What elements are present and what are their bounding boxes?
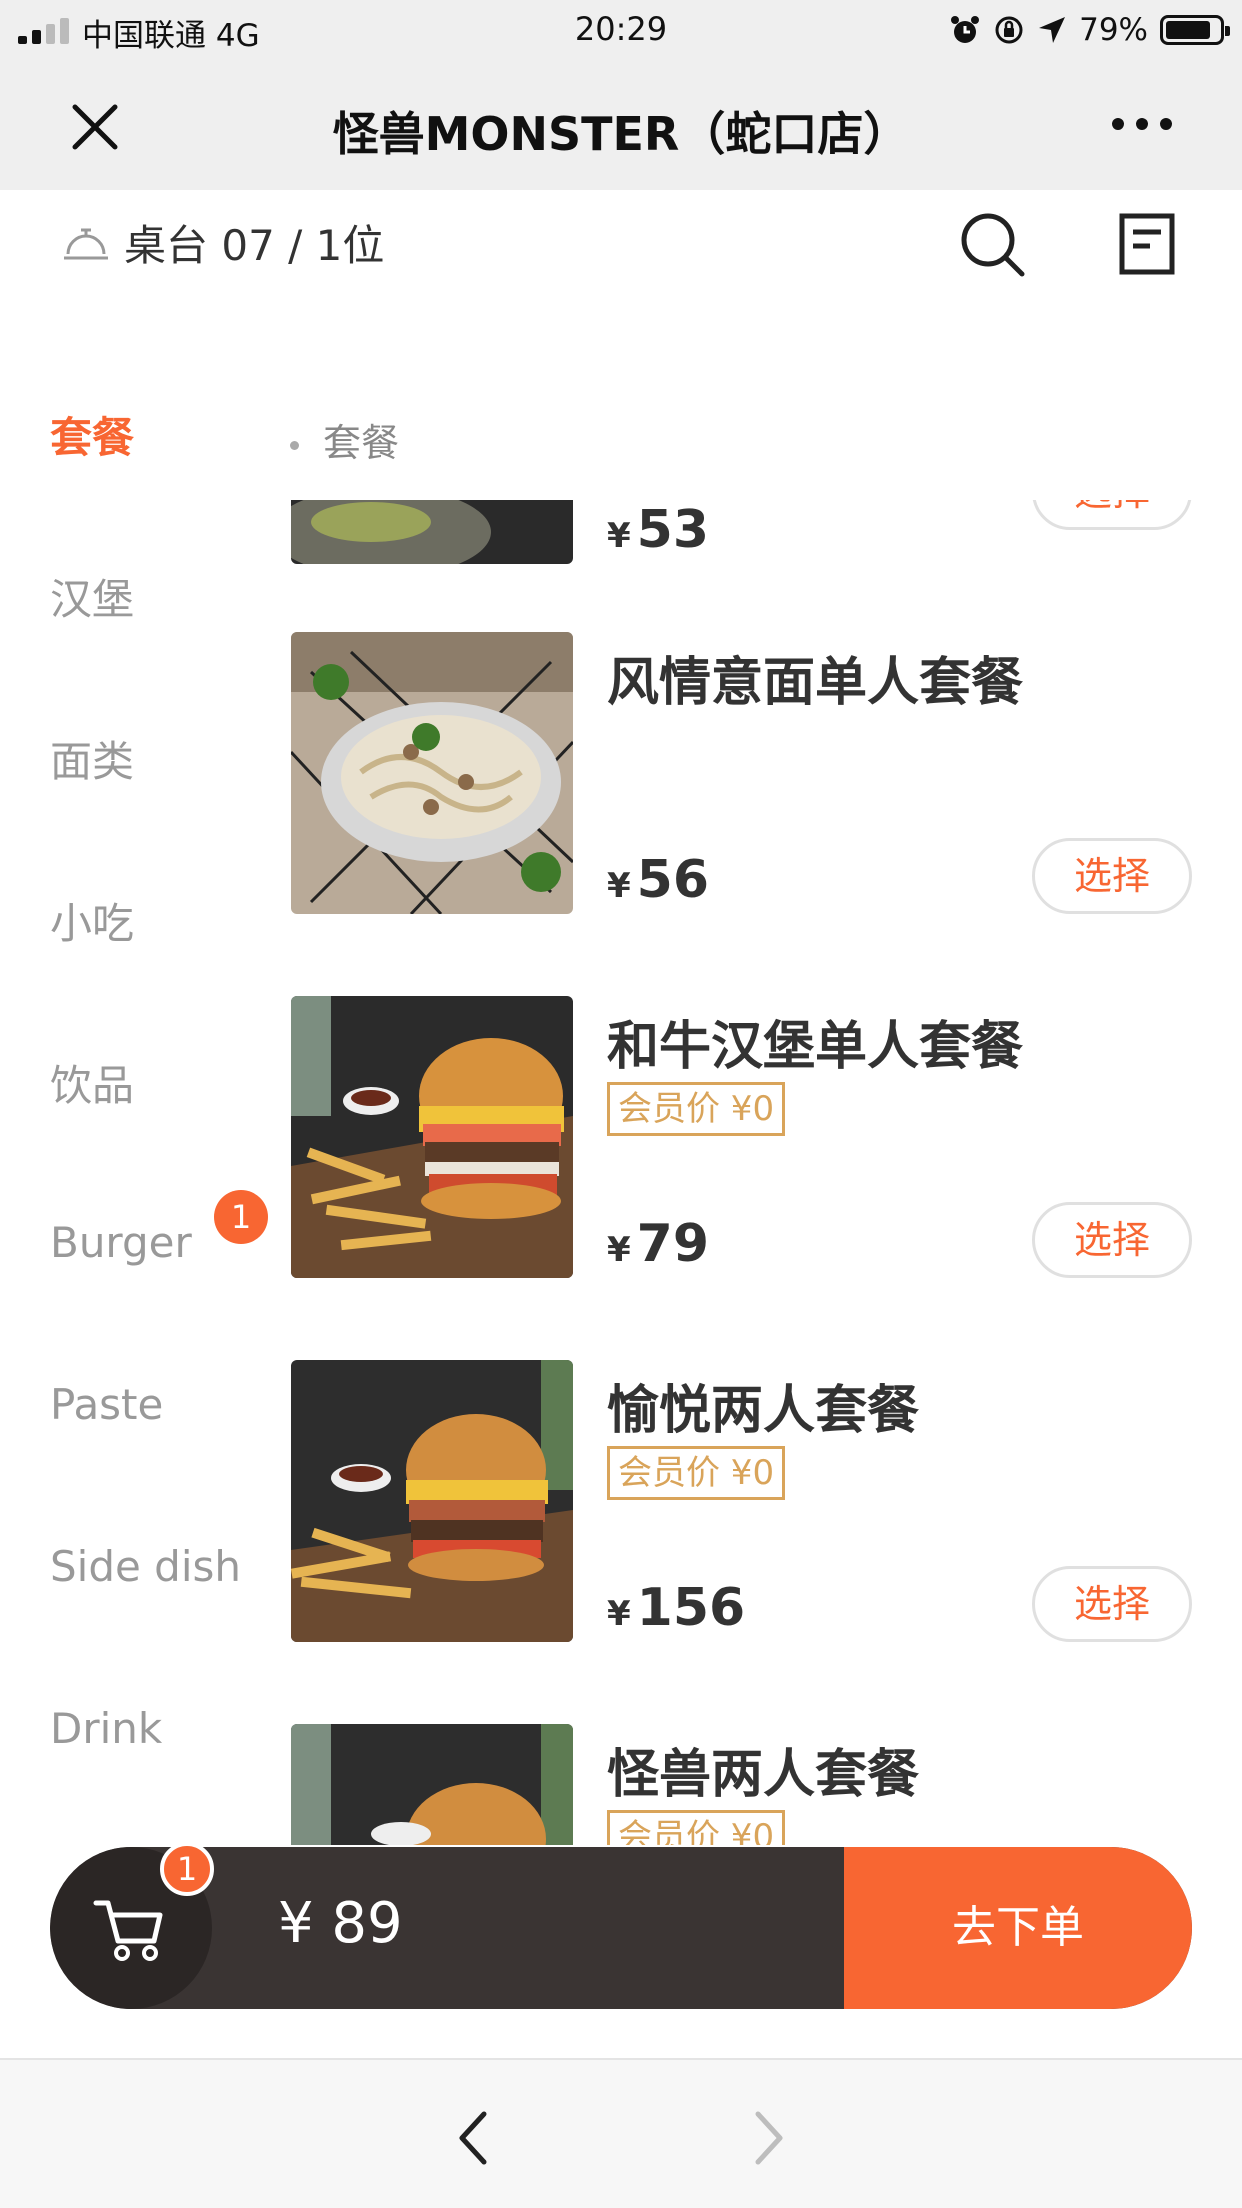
product-image (291, 632, 573, 914)
product-image (291, 996, 573, 1278)
product-item[interactable]: 怪兽两人套餐 会员价 ¥0 (280, 1724, 1242, 1845)
alarm-icon (951, 16, 980, 43)
product-image (291, 500, 573, 564)
category-drink[interactable]: Drink (50, 1704, 162, 1753)
category-paste[interactable]: Paste (50, 1380, 163, 1429)
nav-bar: 怪兽MONSTER（蛇口店） (0, 60, 1242, 190)
battery-percent: 79% (1079, 12, 1148, 48)
member-price-tag: 会员价 ¥0 (607, 1810, 786, 1845)
section-title: 套餐 (323, 421, 400, 465)
product-price: ¥53 (607, 500, 710, 560)
search-icon[interactable] (960, 212, 1026, 278)
product-image (291, 1360, 573, 1642)
rotation-lock-icon (995, 16, 1023, 44)
category-yinpin[interactable]: 饮品 (50, 1052, 134, 1113)
select-button[interactable]: 选择 (1032, 1202, 1192, 1278)
product-price: ¥156 (607, 1578, 746, 1638)
browser-toolbar (0, 2058, 1242, 2208)
battery-icon (1160, 15, 1230, 45)
page-title: 怪兽MONSTER（蛇口店） (332, 107, 910, 161)
member-price-tag: 会员价 ¥0 (607, 1082, 786, 1136)
product-name: 和牛汉堡单人套餐 (607, 1017, 1024, 1077)
product-item[interactable]: 愉悦两人套餐 会员价 ¥0 ¥156 选择 (280, 1360, 1242, 1650)
product-image (291, 1724, 573, 1845)
product-item[interactable]: 和牛汉堡单人套餐 会员价 ¥0 ¥79 选择 (280, 996, 1242, 1286)
service-bell-icon (64, 228, 108, 260)
member-price-tag: 会员价 ¥0 (607, 1446, 786, 1500)
back-arrow-icon[interactable] (452, 2108, 492, 2168)
category-taocan[interactable]: 套餐 (50, 404, 134, 465)
select-button[interactable]: 选择 (1032, 1566, 1192, 1642)
cart-total: ¥ 89 (278, 1891, 403, 1956)
product-list[interactable]: ¥53 选择 风情意面单人套餐 (280, 500, 1242, 1845)
select-button[interactable]: 选择 (1032, 500, 1192, 530)
product-item[interactable]: ¥53 选择 (280, 500, 1242, 572)
location-icon (1039, 17, 1066, 43)
category-xiaochi[interactable]: 小吃 (50, 890, 134, 951)
cart-icon (93, 1900, 163, 1961)
cart-count-badge: 1 (160, 1842, 214, 1896)
section-header: 套餐 (290, 412, 399, 467)
status-bar: 中国联通 4G 20:29 79% (0, 0, 1242, 60)
order-list-icon[interactable] (1118, 212, 1178, 276)
category-side-dish[interactable]: Side dish (50, 1542, 241, 1591)
product-price: ¥56 (607, 850, 710, 910)
category-hanbao[interactable]: 汉堡 (50, 566, 134, 627)
category-mianlei[interactable]: 面类 (50, 728, 134, 789)
category-count-badge: 1 (214, 1190, 268, 1244)
table-info: 桌台 07 / 1位 (124, 221, 385, 270)
select-button[interactable]: 选择 (1032, 838, 1192, 914)
product-name: 怪兽两人套餐 (607, 1745, 920, 1805)
category-burger[interactable]: Burger (50, 1218, 192, 1267)
checkout-button[interactable]: 去下单 (844, 1847, 1192, 2009)
product-name: 愉悦两人套餐 (607, 1381, 920, 1441)
more-icon[interactable] (1112, 118, 1172, 132)
product-price: ¥79 (607, 1214, 710, 1274)
table-info-bar: 桌台 07 / 1位 (0, 190, 1242, 300)
product-name: 风情意面单人套餐 (607, 653, 1024, 713)
forward-arrow-icon[interactable] (750, 2108, 790, 2168)
product-item[interactable]: 风情意面单人套餐 ¥56 选择 (280, 632, 1242, 922)
cart-bar: ¥ 89 去下单 (50, 1847, 1192, 2009)
